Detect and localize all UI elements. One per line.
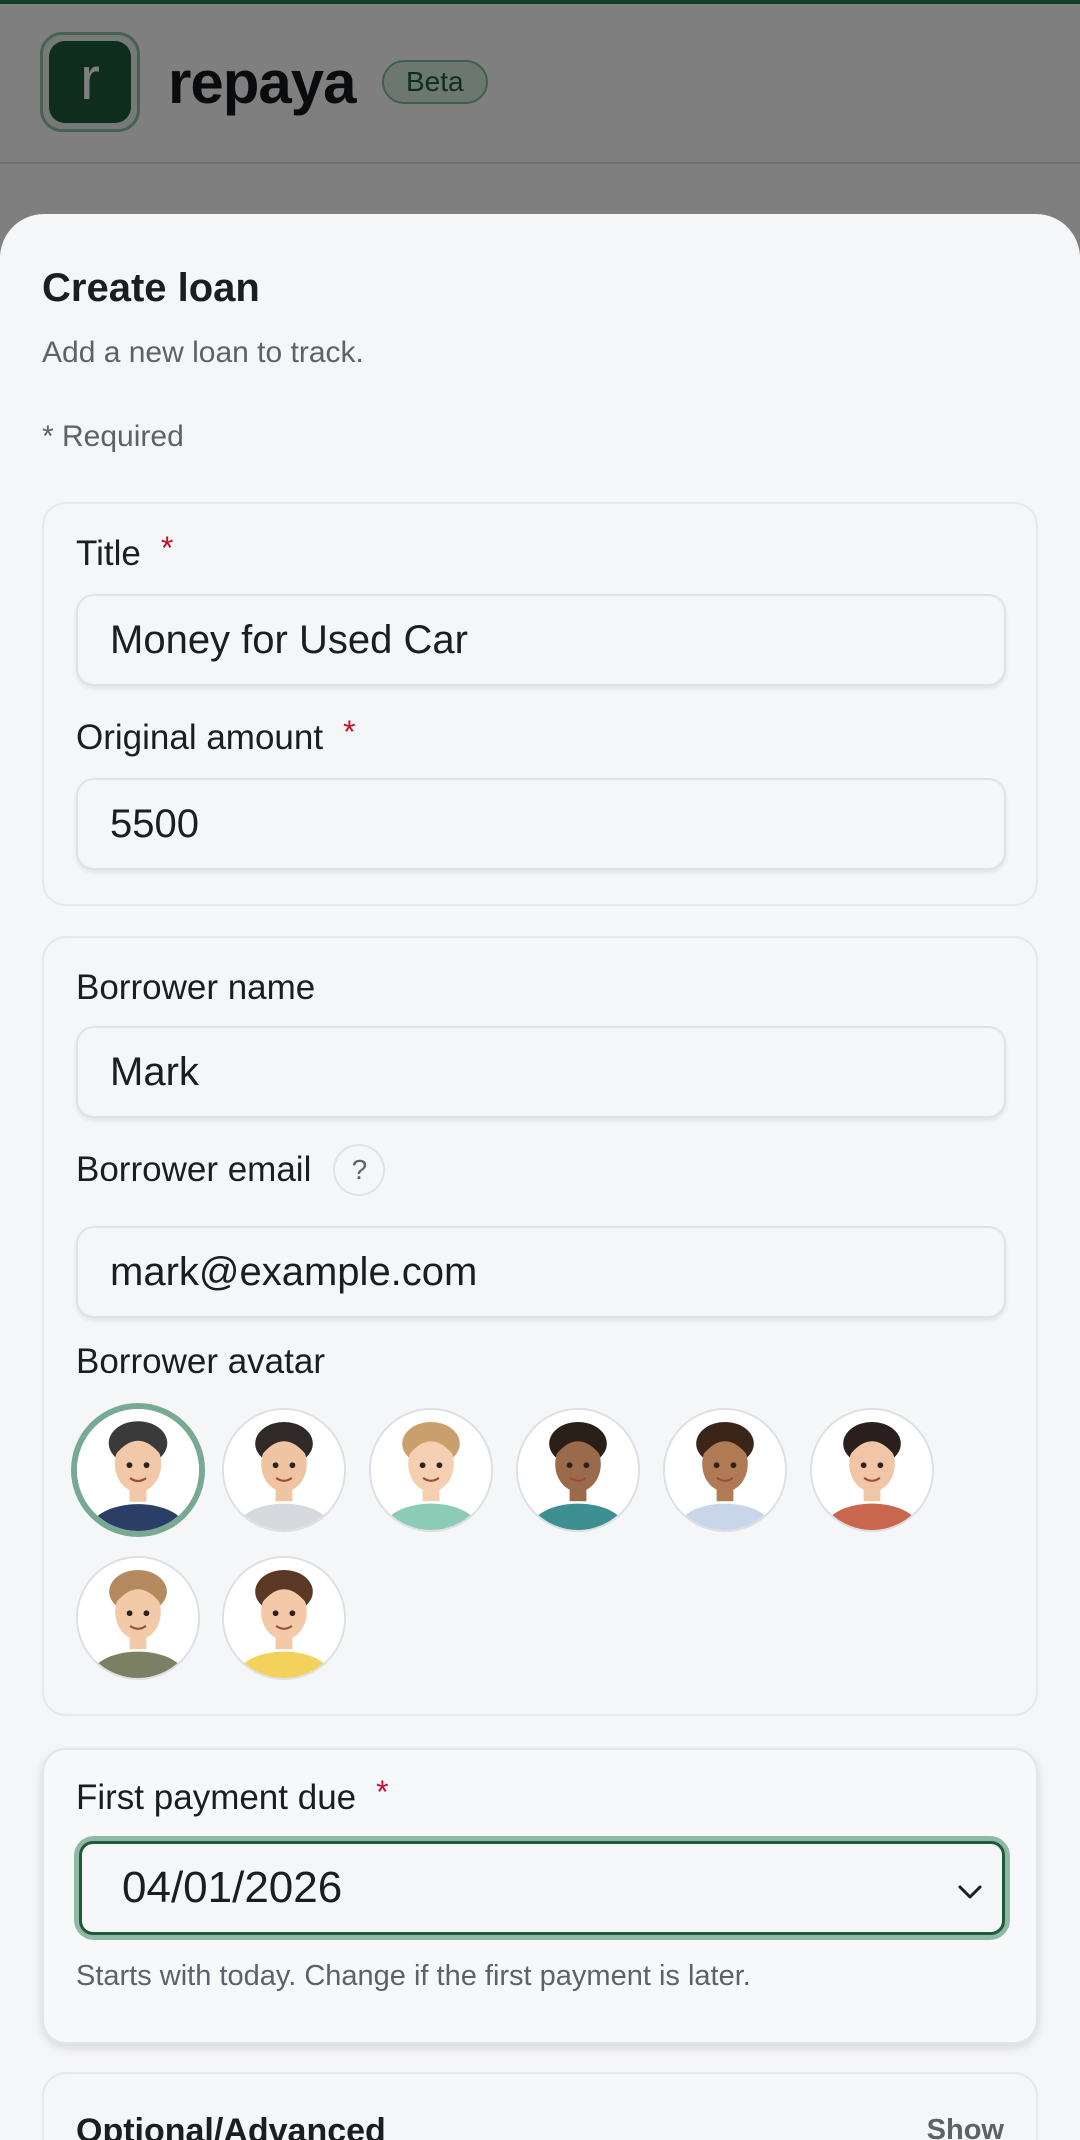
title-label-text: Title [76, 534, 141, 573]
payment-card: First payment due * 04/01/2026 Starts wi… [42, 1748, 1038, 2044]
borrower-card: Borrower name Mark Borrower email ? mark… [42, 936, 1038, 1716]
avatar-portrait-icon [812, 1410, 932, 1530]
loan-details-card: Title * Money for Used Car Original amou… [42, 502, 1038, 906]
avatar-portrait-icon [78, 1558, 198, 1678]
borrower-name-label-text: Borrower name [76, 968, 316, 1007]
avatar-portrait-icon [665, 1410, 785, 1530]
first-payment-label-text: First payment due [76, 1778, 357, 1817]
sheet-subtitle: Add a new loan to track. [42, 336, 364, 369]
avatar-portrait-icon [371, 1410, 491, 1530]
avatar-option[interactable] [222, 1408, 346, 1532]
avatar-portrait-icon [224, 1410, 344, 1530]
first-payment-hint: Starts with today. Change if the first p… [76, 1960, 751, 1992]
amount-label: Original amount * [76, 714, 356, 758]
avatar-portrait-icon [224, 1558, 344, 1678]
avatar-option[interactable] [810, 1408, 934, 1532]
required-note: * Required [42, 420, 184, 453]
borrower-avatar-label: Borrower avatar [76, 1342, 325, 1382]
help-icon[interactable]: ? [333, 1144, 386, 1196]
borrower-avatar-label-text: Borrower avatar [76, 1342, 325, 1381]
required-star: * [376, 1773, 389, 1810]
date-value: 04/01/2026 [79, 1841, 1005, 1935]
amount-input[interactable]: 5500 [76, 778, 1006, 870]
amount-label-text: Original amount [76, 718, 324, 757]
avatar-option[interactable] [76, 1556, 200, 1680]
borrower-email-input[interactable]: mark@example.com [76, 1226, 1006, 1318]
required-star: * [160, 529, 174, 566]
title-input[interactable]: Money for Used Car [76, 594, 1006, 686]
borrower-name-label: Borrower name [76, 968, 315, 1008]
borrower-name-input[interactable]: Mark [76, 1026, 1006, 1118]
create-loan-sheet: Create loan Add a new loan to track. * R… [0, 214, 1080, 2140]
avatar-picker [71, 1403, 1006, 1698]
first-payment-date-field[interactable]: 04/01/2026 [74, 1836, 1010, 1940]
optional-title: Optional/Advanced [76, 2112, 386, 2140]
optional-card: Optional/Advanced Show [42, 2072, 1038, 2140]
avatar-option[interactable] [369, 1408, 493, 1532]
required-star: * [343, 713, 356, 750]
chevron-down-icon [958, 1885, 982, 1899]
avatar-portrait-icon [518, 1410, 638, 1530]
first-payment-label: First payment due * [76, 1774, 389, 1818]
borrower-email-label: Borrower email ? [76, 1144, 386, 1196]
avatar-option[interactable] [71, 1403, 205, 1537]
borrower-email-label-text: Borrower email [76, 1150, 312, 1189]
sheet-title: Create loan [42, 266, 260, 310]
avatar-option[interactable] [516, 1408, 640, 1532]
show-optional-button[interactable]: Show [927, 2114, 1004, 2140]
avatar-portrait-icon [77, 1409, 199, 1531]
avatar-option[interactable] [663, 1408, 787, 1532]
title-label: Title * [76, 530, 173, 574]
avatar-option[interactable] [222, 1556, 346, 1680]
